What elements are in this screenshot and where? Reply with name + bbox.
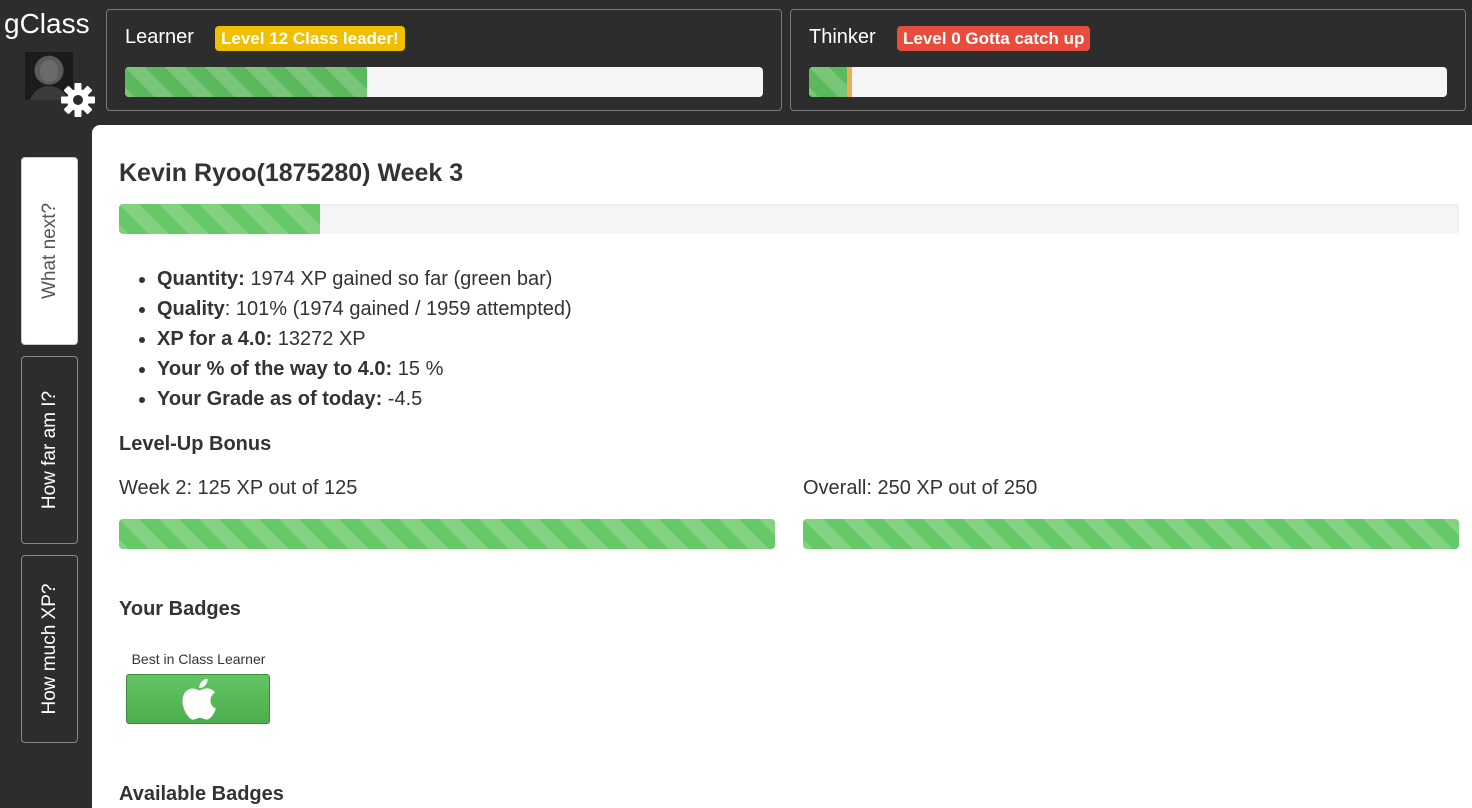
skill-progress-bar	[125, 67, 763, 97]
your-badges-heading: Your Badges	[119, 598, 241, 620]
skill-panel-thinker: Thinker Level 0 Gotta catch up	[790, 9, 1466, 111]
badge-caption: Best in Class Learner	[131, 651, 266, 667]
skill-name: Learner	[125, 26, 194, 48]
tab-what-next-label: What next?	[38, 202, 60, 300]
overall-progress-bar	[119, 204, 1459, 234]
tab-how-far-am-i[interactable]: How far am I?	[21, 356, 78, 544]
level-badge: Level 0 Gotta catch up	[897, 26, 1091, 51]
badge-button[interactable]	[126, 674, 270, 724]
skill-progress-marker	[847, 67, 853, 97]
overall-progress-fill	[119, 204, 320, 234]
gear-icon[interactable]	[58, 80, 98, 120]
skill-progress-bar	[809, 67, 1447, 97]
overall-bonus-label: Overall: 250 XP out of 250	[803, 477, 1038, 499]
available-badges-heading: Available Badges	[119, 783, 284, 805]
overall-bonus-progress-bar	[803, 519, 1459, 549]
list-item: Quantity: 1974 XP gained so far (green b…	[157, 264, 572, 294]
badge-card: Best in Class Learner	[126, 651, 271, 724]
tab-how-much-xp-label: How much XP?	[38, 583, 60, 715]
skill-progress-fill	[125, 67, 368, 97]
overall-bonus-progress-fill	[803, 519, 1459, 549]
level-badge: Level 12 Class leader!	[215, 26, 405, 51]
tab-what-next[interactable]: What next?	[21, 157, 78, 345]
main-content: Kevin Ryoo(1875280) Week 3 Quantity: 197…	[92, 125, 1472, 808]
list-item: XP for a 4.0: 13272 XP	[157, 324, 572, 354]
tab-how-far-am-i-label: How far am I?	[38, 390, 60, 510]
list-item: Your % of the way to 4.0: 15 %	[157, 354, 572, 384]
week-bonus-progress-bar	[119, 519, 775, 549]
week-bonus-progress-fill	[119, 519, 775, 549]
level-up-heading: Level-Up Bonus	[119, 433, 272, 455]
stats-list: Quantity: 1974 XP gained so far (green b…	[130, 264, 572, 414]
week-bonus-label: Week 2: 125 XP out of 125	[119, 477, 358, 499]
apple-icon	[182, 678, 216, 720]
list-item: Your Grade as of today: -4.5	[157, 384, 572, 414]
page-title: Kevin Ryoo(1875280) Week 3	[119, 159, 464, 187]
skill-panel-learner: Learner Level 12 Class leader!	[106, 9, 782, 111]
app-brand: gClass	[4, 8, 90, 39]
tab-how-much-xp[interactable]: How much XP?	[21, 555, 78, 743]
skill-progress-fill	[809, 67, 848, 97]
skill-name: Thinker	[809, 26, 876, 48]
list-item: Quality: 101% (1974 gained / 1959 attemp…	[157, 294, 572, 324]
